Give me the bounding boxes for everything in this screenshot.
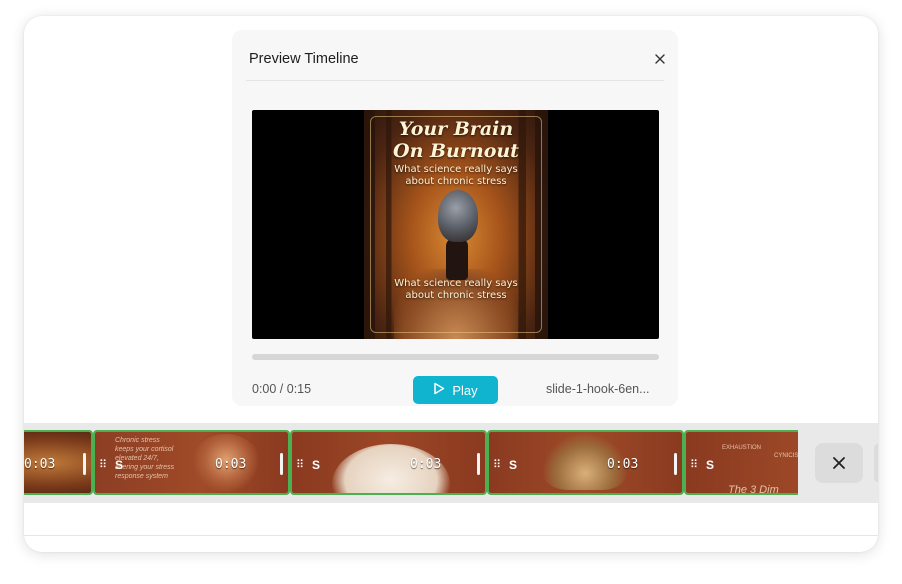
poster-subtitle-top: What science really says about chronic s… — [364, 164, 548, 188]
play-button[interactable]: Play — [413, 376, 498, 404]
timeline-clip[interactable]: ⠿ S 0:03 — [290, 430, 487, 495]
clip-trim-handle[interactable] — [83, 453, 86, 475]
clip-duration: 0:03 — [607, 457, 639, 472]
timeline-clip[interactable]: Chronic stress keeps your cortisol eleva… — [93, 430, 290, 495]
clip-caption-line: Chronic stress — [115, 437, 160, 444]
preview-dialog: Preview Timeline Your Brain On Burnout W… — [232, 30, 678, 406]
poster-subtitle-bottom-line2: about chronic stress — [405, 290, 507, 301]
poster-subtitle-bottom-line1: What science really says — [394, 278, 518, 289]
clip-caption-line: response system — [115, 473, 168, 480]
poster-subtitle-bottom: What science really says about chronic s… — [364, 278, 548, 302]
clip-caption: Chronic stress keeps your cortisol eleva… — [115, 436, 174, 481]
overflow-button[interactable] — [874, 443, 878, 483]
timeline-clip[interactable]: 0:03 — [24, 430, 93, 495]
clip-label: S — [312, 458, 321, 472]
dialog-title: Preview Timeline — [249, 51, 359, 67]
clip-caption-line: altering your stress — [115, 464, 175, 471]
clip-track: 0:03 Chronic stress keeps your cortisol … — [24, 423, 798, 503]
clip-duration: 0:03 — [410, 457, 442, 472]
clip-caption-line: elevated 24/7, — [115, 455, 159, 462]
poster-subtitle-top-line2: about chronic stress — [405, 176, 507, 187]
time-readout: 0:00 / 0:15 — [252, 382, 312, 396]
drag-handle-icon[interactable]: ⠿ — [690, 458, 698, 471]
app-window: Preview Timeline Your Brain On Burnout W… — [24, 16, 878, 552]
poster-title-line1: Your Brain — [398, 118, 514, 140]
poster-subtitle-top-line1: What science really says — [394, 164, 518, 175]
timeline-strip: 0:03 Chronic stress keeps your cortisol … — [24, 423, 878, 503]
play-icon — [433, 382, 445, 398]
drag-handle-icon[interactable]: ⠿ — [296, 458, 304, 471]
timeline-clip[interactable]: ⠿ S 0:03 — [487, 430, 684, 495]
progress-bar[interactable] — [252, 354, 659, 360]
clip-trim-handle[interactable] — [674, 453, 677, 475]
clip-duration: 0:03 — [215, 457, 247, 472]
filename-label: slide-1-hook-6en... — [546, 382, 650, 396]
clip-caption: EXHAUSTION — [722, 445, 762, 451]
clip-caption-line: keeps your cortisol — [115, 446, 174, 453]
close-icon[interactable] — [653, 52, 667, 66]
play-label: Play — [452, 382, 478, 398]
divider — [24, 535, 878, 536]
drag-handle-icon[interactable]: ⠿ — [99, 458, 107, 471]
clip-duration: 0:03 — [24, 457, 56, 472]
clip-caption: CYNICISM — [774, 453, 798, 459]
clip-caption: The 3 Dim — [728, 484, 779, 495]
video-player[interactable]: Your Brain On Burnout What science reall… — [252, 110, 659, 339]
poster-title: Your Brain On Burnout — [364, 118, 548, 162]
poster-title-line2: On Burnout — [393, 140, 519, 162]
clip-trim-handle[interactable] — [477, 453, 480, 475]
timeline-clip[interactable]: EXHAUSTION CYNICISM The 3 Dim ⠿ S — [684, 430, 798, 495]
video-frame: Your Brain On Burnout What science reall… — [364, 110, 548, 339]
clip-label: S — [115, 458, 124, 472]
clip-label: S — [509, 458, 518, 472]
close-icon[interactable] — [815, 443, 863, 483]
drag-handle-icon[interactable]: ⠿ — [493, 458, 501, 471]
clip-trim-handle[interactable] — [280, 453, 283, 475]
clip-label: S — [706, 458, 715, 472]
dialog-divider — [246, 80, 664, 81]
